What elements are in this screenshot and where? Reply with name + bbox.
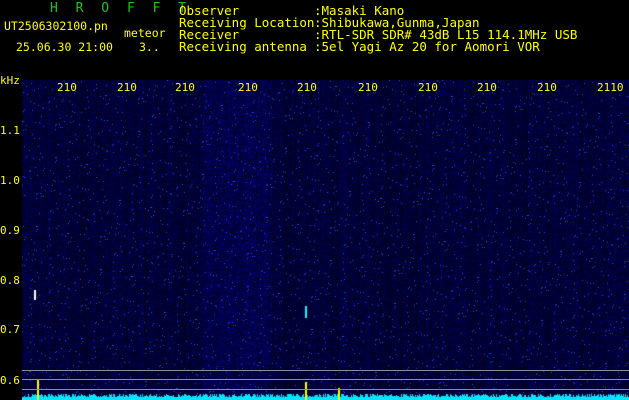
y-tick-label: 0.9	[0, 224, 20, 237]
antenna-value: :5el Yagi Az 20 for Aomori VOR	[314, 39, 540, 54]
y-tick-label: 0.7	[0, 323, 20, 336]
antenna-label: Receiving antenna	[179, 39, 307, 54]
x-tick-label: 210	[57, 81, 77, 94]
x-tick-label: 210	[358, 81, 378, 94]
x-tick-label: 210	[117, 81, 137, 94]
x-tick-label: 210	[238, 81, 258, 94]
x-tick-label: 210	[175, 81, 195, 94]
y-tick-label: 0.6	[0, 374, 20, 387]
x-tick-label: 210	[537, 81, 557, 94]
waterfall-canvas	[22, 80, 629, 400]
app-title: H R O F F T	[50, 1, 192, 16]
file-name: UT2506302100.pn	[4, 19, 108, 33]
grid-line	[22, 370, 629, 371]
y-tick-label: 0.8	[0, 274, 20, 287]
y-tick-label: 1.1	[0, 124, 20, 137]
x-tick-label: 210	[477, 81, 497, 94]
meteor-count: 3..	[139, 40, 160, 54]
x-tick-label: 2110	[597, 81, 624, 94]
date-time: 25.06.30 21:00	[16, 40, 113, 54]
y-axis-unit: kHz	[0, 74, 20, 87]
meteor-tag: meteor	[124, 26, 166, 40]
x-tick-label: 210	[418, 81, 438, 94]
spectrogram-plot	[22, 80, 629, 400]
grid-line	[22, 389, 629, 390]
x-tick-label: 210	[297, 81, 317, 94]
header-panel: H R O F F T UT2506302100.pn meteor 25.06…	[0, 0, 629, 80]
y-tick-label: 1.0	[0, 174, 20, 187]
grid-line	[22, 379, 629, 380]
